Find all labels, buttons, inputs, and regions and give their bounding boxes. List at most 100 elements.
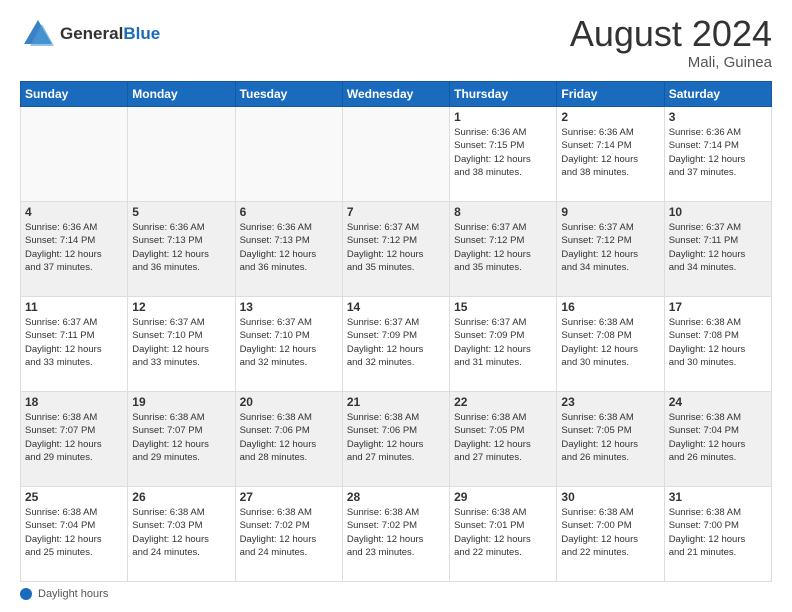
logo-icon <box>20 16 56 52</box>
day-info-21: Sunrise: 6:38 AM Sunset: 7:06 PM Dayligh… <box>347 411 445 464</box>
day-info-19: Sunrise: 6:38 AM Sunset: 7:07 PM Dayligh… <box>132 411 230 464</box>
table-row: 30 Sunrise: 6:38 AM Sunset: 7:00 PM Dayli… <box>557 487 664 582</box>
day-number-5: 5 <box>132 205 230 219</box>
table-row <box>342 107 449 202</box>
table-row: 5 Sunrise: 6:36 AM Sunset: 7:13 PM Daylig… <box>128 202 235 297</box>
day-info-20: Sunrise: 6:38 AM Sunset: 7:06 PM Dayligh… <box>240 411 338 464</box>
calendar-table: Sunday Monday Tuesday Wednesday Thursday… <box>20 81 772 582</box>
col-friday: Friday <box>557 82 664 107</box>
day-number-4: 4 <box>25 205 123 219</box>
table-row <box>235 107 342 202</box>
day-info-1: Sunrise: 6:36 AM Sunset: 7:15 PM Dayligh… <box>454 126 552 179</box>
table-row: 20 Sunrise: 6:38 AM Sunset: 7:06 PM Dayli… <box>235 392 342 487</box>
day-number-12: 12 <box>132 300 230 314</box>
col-monday: Monday <box>128 82 235 107</box>
table-row: 15Sunrise: 6:37 AM Sunset: 7:09 PM Dayli… <box>450 297 557 392</box>
table-row: 25 Sunrise: 6:38 AM Sunset: 7:04 PM Dayli… <box>21 487 128 582</box>
day-info-24: Sunrise: 6:38 AM Sunset: 7:04 PM Dayligh… <box>669 411 767 464</box>
day-info-6: Sunrise: 6:36 AM Sunset: 7:13 PM Dayligh… <box>240 221 338 274</box>
logo-text: GeneralBlue <box>60 24 160 44</box>
day-number-23: 23 <box>561 395 659 409</box>
logo: GeneralBlue <box>20 16 160 52</box>
table-row: 23Sunrise: 6:38 AM Sunset: 7:05 PM Dayli… <box>557 392 664 487</box>
day-number-9: 9 <box>561 205 659 219</box>
day-number-16: 16 <box>561 300 659 314</box>
day-info-26: Sunrise: 6:38 AM Sunset: 7:03 PM Dayligh… <box>132 506 230 559</box>
table-row: 24 Sunrise: 6:38 AM Sunset: 7:04 PM Dayli… <box>664 392 771 487</box>
day-info-10: Sunrise: 6:37 AM Sunset: 7:11 PM Dayligh… <box>669 221 767 274</box>
day-info-16: Sunrise: 6:38 AM Sunset: 7:08 PM Dayligh… <box>561 316 659 369</box>
day-info-14: Sunrise: 6:37 AM Sunset: 7:09 PM Dayligh… <box>347 316 445 369</box>
table-row: 26 Sunrise: 6:38 AM Sunset: 7:03 PM Dayli… <box>128 487 235 582</box>
day-info-13: Sunrise: 6:37 AM Sunset: 7:10 PM Dayligh… <box>240 316 338 369</box>
day-number-26: 26 <box>132 490 230 504</box>
day-number-8: 8 <box>454 205 552 219</box>
footer: Daylight hours <box>20 588 772 600</box>
week-row-2: 11Sunrise: 6:37 AM Sunset: 7:11 PM Dayli… <box>21 297 772 392</box>
day-number-1: 1 <box>454 110 552 124</box>
day-info-8: Sunrise: 6:37 AM Sunset: 7:12 PM Dayligh… <box>454 221 552 274</box>
subtitle: Mali, Guinea <box>570 54 772 71</box>
day-info-18: Sunrise: 6:38 AM Sunset: 7:07 PM Dayligh… <box>25 411 123 464</box>
table-row: 8 Sunrise: 6:37 AM Sunset: 7:12 PM Daylig… <box>450 202 557 297</box>
day-number-19: 19 <box>132 395 230 409</box>
table-row: 10 Sunrise: 6:37 AM Sunset: 7:11 PM Dayli… <box>664 202 771 297</box>
table-row: 14 Sunrise: 6:37 AM Sunset: 7:09 PM Dayli… <box>342 297 449 392</box>
table-row: 12Sunrise: 6:37 AM Sunset: 7:10 PM Dayli… <box>128 297 235 392</box>
table-row: 31Sunrise: 6:38 AM Sunset: 7:00 PM Dayli… <box>664 487 771 582</box>
table-row: 13Sunrise: 6:37 AM Sunset: 7:10 PM Dayli… <box>235 297 342 392</box>
table-row: 3 Sunrise: 6:36 AM Sunset: 7:14 PM Daylig… <box>664 107 771 202</box>
day-number-3: 3 <box>669 110 767 124</box>
day-info-29: Sunrise: 6:38 AM Sunset: 7:01 PM Dayligh… <box>454 506 552 559</box>
table-row: 22 Sunrise: 6:38 AM Sunset: 7:05 PM Dayli… <box>450 392 557 487</box>
table-row: 28Sunrise: 6:38 AM Sunset: 7:02 PM Dayli… <box>342 487 449 582</box>
table-row <box>21 107 128 202</box>
day-number-29: 29 <box>454 490 552 504</box>
day-number-7: 7 <box>347 205 445 219</box>
week-row-4: 25 Sunrise: 6:38 AM Sunset: 7:04 PM Dayli… <box>21 487 772 582</box>
day-info-4: Sunrise: 6:36 AM Sunset: 7:14 PM Dayligh… <box>25 221 123 274</box>
calendar-header-row: Sunday Monday Tuesday Wednesday Thursday… <box>21 82 772 107</box>
day-info-28: Sunrise: 6:38 AM Sunset: 7:02 PM Dayligh… <box>347 506 445 559</box>
day-number-10: 10 <box>669 205 767 219</box>
table-row: 27Sunrise: 6:38 AM Sunset: 7:02 PM Dayli… <box>235 487 342 582</box>
day-number-17: 17 <box>669 300 767 314</box>
day-info-25: Sunrise: 6:38 AM Sunset: 7:04 PM Dayligh… <box>25 506 123 559</box>
day-info-27: Sunrise: 6:38 AM Sunset: 7:02 PM Dayligh… <box>240 506 338 559</box>
day-number-30: 30 <box>561 490 659 504</box>
day-number-20: 20 <box>240 395 338 409</box>
day-info-9: Sunrise: 6:37 AM Sunset: 7:12 PM Dayligh… <box>561 221 659 274</box>
day-number-22: 22 <box>454 395 552 409</box>
daylight-label: Daylight hours <box>38 588 108 600</box>
month-title: August 2024 <box>570 16 772 52</box>
table-row: 7 Sunrise: 6:37 AM Sunset: 7:12 PM Daylig… <box>342 202 449 297</box>
col-tuesday: Tuesday <box>235 82 342 107</box>
day-info-2: Sunrise: 6:36 AM Sunset: 7:14 PM Dayligh… <box>561 126 659 179</box>
week-row-3: 18 Sunrise: 6:38 AM Sunset: 7:07 PM Dayli… <box>21 392 772 487</box>
col-thursday: Thursday <box>450 82 557 107</box>
table-row: 29 Sunrise: 6:38 AM Sunset: 7:01 PM Dayli… <box>450 487 557 582</box>
day-number-18: 18 <box>25 395 123 409</box>
day-info-15: Sunrise: 6:37 AM Sunset: 7:09 PM Dayligh… <box>454 316 552 369</box>
day-number-31: 31 <box>669 490 767 504</box>
page: GeneralBlue August 2024 Mali, Guinea Sun… <box>0 0 792 612</box>
day-info-7: Sunrise: 6:37 AM Sunset: 7:12 PM Dayligh… <box>347 221 445 274</box>
table-row: 1 Sunrise: 6:36 AM Sunset: 7:15 PM Daylig… <box>450 107 557 202</box>
day-number-24: 24 <box>669 395 767 409</box>
day-info-3: Sunrise: 6:36 AM Sunset: 7:14 PM Dayligh… <box>669 126 767 179</box>
day-info-22: Sunrise: 6:38 AM Sunset: 7:05 PM Dayligh… <box>454 411 552 464</box>
col-sunday: Sunday <box>21 82 128 107</box>
table-row: 6Sunrise: 6:36 AM Sunset: 7:13 PM Daylig… <box>235 202 342 297</box>
day-number-14: 14 <box>347 300 445 314</box>
table-row: 4 Sunrise: 6:36 AM Sunset: 7:14 PM Daylig… <box>21 202 128 297</box>
table-row: 2 Sunrise: 6:36 AM Sunset: 7:14 PM Daylig… <box>557 107 664 202</box>
day-info-30: Sunrise: 6:38 AM Sunset: 7:00 PM Dayligh… <box>561 506 659 559</box>
day-number-2: 2 <box>561 110 659 124</box>
day-info-5: Sunrise: 6:36 AM Sunset: 7:13 PM Dayligh… <box>132 221 230 274</box>
table-row: 9 Sunrise: 6:37 AM Sunset: 7:12 PM Daylig… <box>557 202 664 297</box>
table-row: 19 Sunrise: 6:38 AM Sunset: 7:07 PM Dayli… <box>128 392 235 487</box>
table-row: 21Sunrise: 6:38 AM Sunset: 7:06 PM Dayli… <box>342 392 449 487</box>
day-number-25: 25 <box>25 490 123 504</box>
week-row-1: 4 Sunrise: 6:36 AM Sunset: 7:14 PM Daylig… <box>21 202 772 297</box>
title-area: August 2024 Mali, Guinea <box>570 16 772 71</box>
